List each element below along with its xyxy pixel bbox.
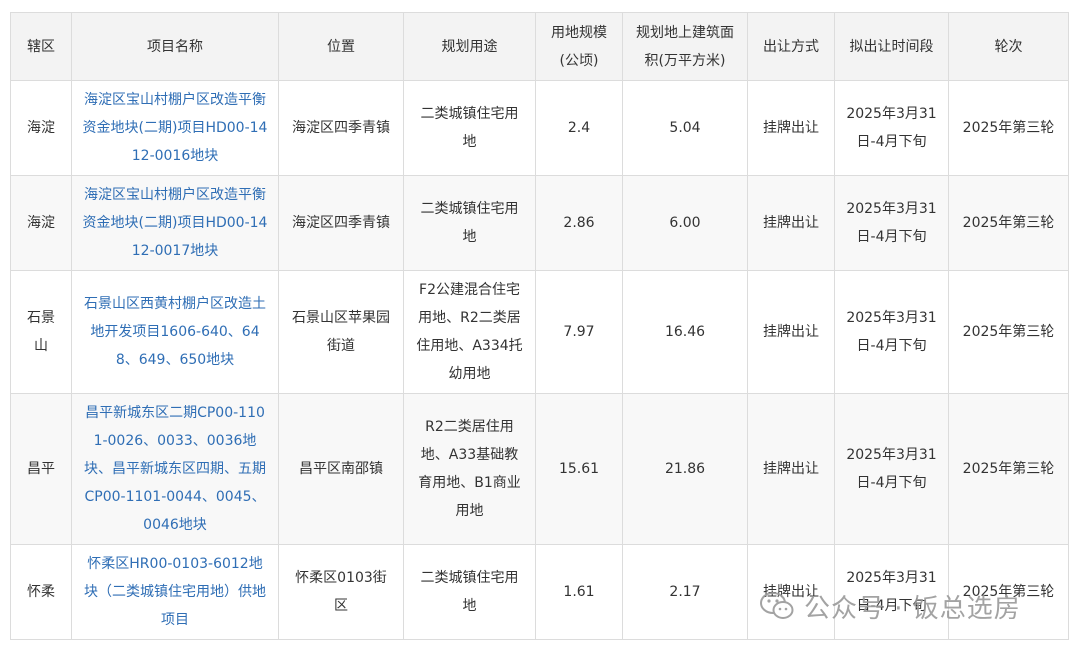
cell-location: 昌平区南邵镇 [278,393,404,545]
cell-district: 石景山 [10,270,72,394]
cell-land-area: 1.61 [535,544,623,640]
header-location: 位置 [278,12,404,81]
cell-project-name[interactable]: 石景山区西黄村棚户区改造土地开发项目1606-640、648、649、650地块 [71,270,279,394]
cell-building-area: 16.46 [622,270,748,394]
cell-planned-use: 二类城镇住宅用地 [403,175,536,271]
cell-transfer-method: 挂牌出让 [747,80,835,176]
cell-round: 2025年第三轮 [948,544,1069,640]
cell-location: 怀柔区0103街区 [278,544,404,640]
cell-planned-use: R2二类居住用地、A33基础教育用地、B1商业用地 [403,393,536,545]
table-row: 海淀 海淀区宝山村棚户区改造平衡资金地块(二期)项目HD00-1412-0017… [10,175,1069,271]
cell-round: 2025年第三轮 [948,80,1069,176]
cell-planned-use: 二类城镇住宅用地 [403,544,536,640]
cell-transfer-method: 挂牌出让 [747,270,835,394]
header-land-area: 用地规模(公顷) [535,12,623,81]
header-building-area: 规划地上建筑面积(万平方米) [622,12,748,81]
table-row: 石景山 石景山区西黄村棚户区改造土地开发项目1606-640、648、649、6… [10,270,1069,394]
cell-building-area: 5.04 [622,80,748,176]
cell-land-area: 7.97 [535,270,623,394]
table-row: 昌平 昌平新城东区二期CP00-1101-0026、0033、0036地块、昌平… [10,393,1069,545]
cell-planned-use: 二类城镇住宅用地 [403,80,536,176]
cell-building-area: 21.86 [622,393,748,545]
cell-project-name[interactable]: 昌平新城东区二期CP00-1101-0026、0033、0036地块、昌平新城东… [71,393,279,545]
header-project-name: 项目名称 [71,12,279,81]
header-transfer-period: 拟出让时间段 [834,12,949,81]
cell-district: 怀柔 [10,544,72,640]
cell-transfer-period: 2025年3月31日-4月下旬 [834,80,949,176]
table-row: 海淀 海淀区宝山村棚户区改造平衡资金地块(二期)项目HD00-1412-0016… [10,80,1069,176]
cell-district: 昌平 [10,393,72,545]
cell-land-area: 2.4 [535,80,623,176]
cell-building-area: 6.00 [622,175,748,271]
cell-project-name[interactable]: 海淀区宝山村棚户区改造平衡资金地块(二期)项目HD00-1412-0016地块 [71,80,279,176]
cell-transfer-method: 挂牌出让 [747,544,835,640]
cell-transfer-period: 2025年3月31日-4月下旬 [834,270,949,394]
cell-district: 海淀 [10,80,72,176]
cell-location: 海淀区四季青镇 [278,80,404,176]
header-transfer-method: 出让方式 [747,12,835,81]
header-planned-use: 规划用途 [403,12,536,81]
cell-location: 海淀区四季青镇 [278,175,404,271]
cell-land-area: 15.61 [535,393,623,545]
table-row: 怀柔 怀柔区HR00-0103-6012地块（二类城镇住宅用地）供地项目 怀柔区… [10,544,1069,640]
cell-round: 2025年第三轮 [948,270,1069,394]
cell-transfer-period: 2025年3月31日-4月下旬 [834,175,949,271]
cell-project-name[interactable]: 海淀区宝山村棚户区改造平衡资金地块(二期)项目HD00-1412-0017地块 [71,175,279,271]
cell-land-area: 2.86 [535,175,623,271]
cell-transfer-method: 挂牌出让 [747,393,835,545]
cell-round: 2025年第三轮 [948,393,1069,545]
header-district: 辖区 [10,12,72,81]
cell-transfer-method: 挂牌出让 [747,175,835,271]
cell-round: 2025年第三轮 [948,175,1069,271]
cell-transfer-period: 2025年3月31日-4月下旬 [834,393,949,545]
cell-location: 石景山区苹果园街道 [278,270,404,394]
cell-transfer-period: 2025年3月31日-4月下旬 [834,544,949,640]
cell-planned-use: F2公建混合住宅用地、R2二类居住用地、A334托幼用地 [403,270,536,394]
table-header-row: 辖区 项目名称 位置 规划用途 用地规模(公顷) 规划地上建筑面积(万平方米) … [10,12,1069,81]
header-round: 轮次 [948,12,1069,81]
cell-project-name[interactable]: 怀柔区HR00-0103-6012地块（二类城镇住宅用地）供地项目 [71,544,279,640]
cell-building-area: 2.17 [622,544,748,640]
land-supply-table: 辖区 项目名称 位置 规划用途 用地规模(公顷) 规划地上建筑面积(万平方米) … [10,12,1069,640]
cell-district: 海淀 [10,175,72,271]
